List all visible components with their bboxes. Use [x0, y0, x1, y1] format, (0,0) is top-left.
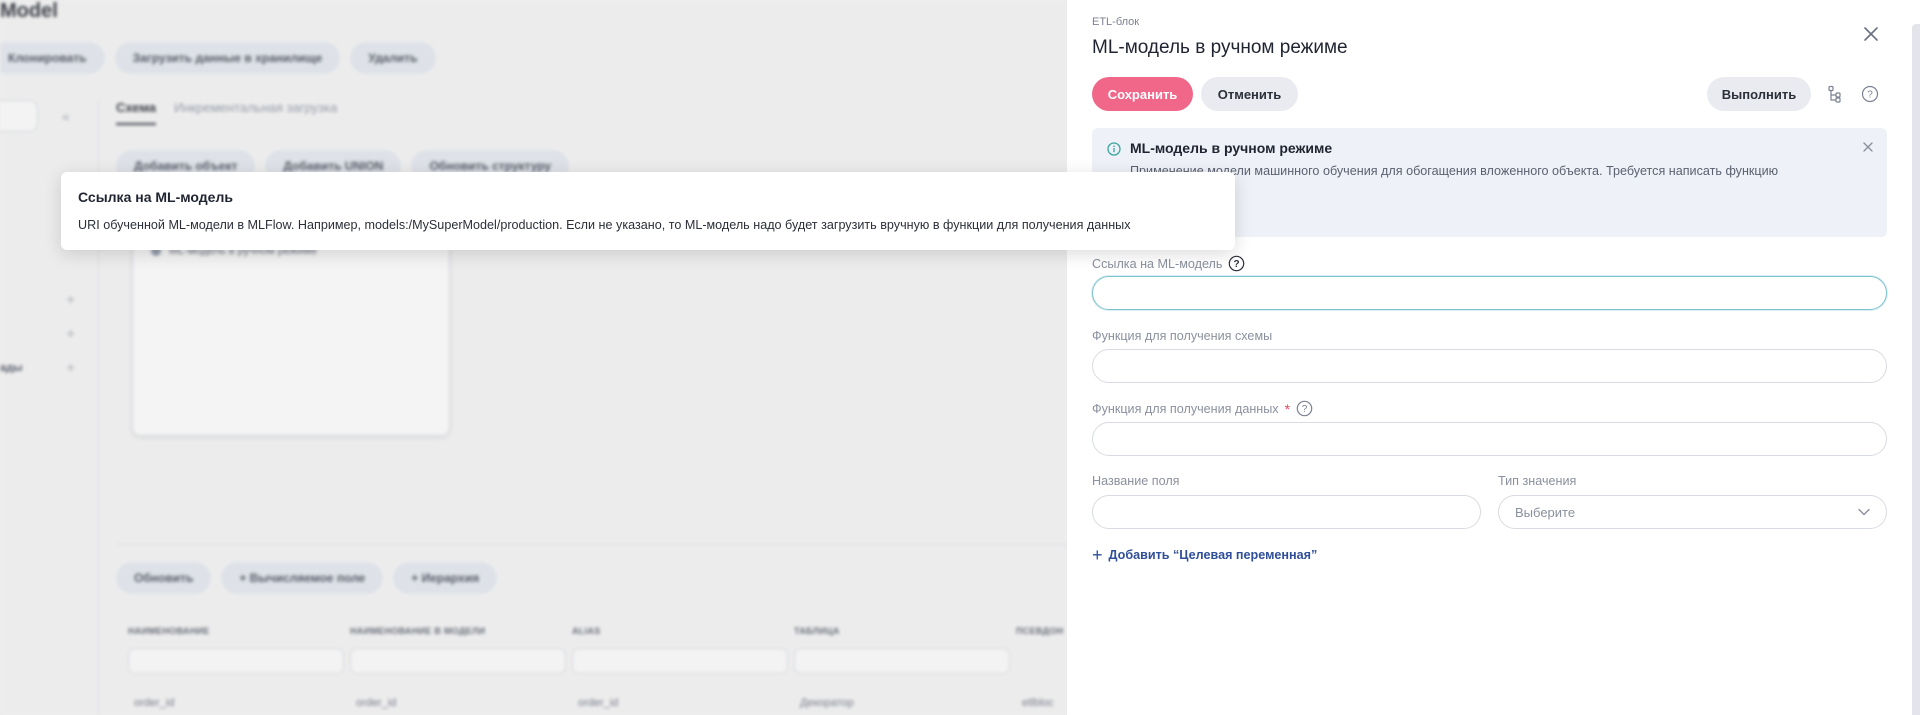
- schema-function-input[interactable]: [1092, 349, 1887, 383]
- info-icon: [1107, 142, 1121, 156]
- field-name-label: Название поля: [1092, 474, 1180, 488]
- save-button[interactable]: Сохранить: [1092, 77, 1193, 111]
- drawer-title: ML-модель в ручном режиме: [1092, 37, 1348, 58]
- data-function-input[interactable]: [1092, 422, 1887, 456]
- column-filter-input[interactable]: [794, 648, 1010, 674]
- column-header: НАИМЕНОВАНИЕ В МОДЕЛИ: [350, 626, 486, 636]
- sidebar-item-label: ады: [0, 362, 23, 374]
- background-toolbar: Клонировать Загрузить данные в хранилище…: [0, 42, 436, 74]
- collapse-sidebar-icon[interactable]: «: [62, 108, 70, 124]
- help-icon[interactable]: ?: [1228, 255, 1245, 272]
- chevron-down-icon: [1858, 503, 1870, 521]
- column-filter-input[interactable]: [128, 648, 344, 674]
- table-cell: etlbloc: [1022, 697, 1054, 709]
- table-cell: order_id: [578, 697, 619, 709]
- fields-table-header: НАИМЕНОВАНИЕ НАИМЕНОВАНИЕ В МОДЕЛИ ALIAS…: [128, 626, 1070, 636]
- add-hierarchy-button[interactable]: + Иерархия: [393, 562, 498, 594]
- tooltip-title: Ссылка на ML-модель: [78, 189, 233, 205]
- background-tabs: Схема Инкрементальная загрузка: [116, 100, 337, 125]
- value-type-label-row: Тип значения: [1498, 474, 1576, 488]
- help-icon[interactable]: ?: [1861, 85, 1879, 103]
- help-icon[interactable]: ?: [1296, 400, 1313, 417]
- value-type-select[interactable]: Выберите: [1498, 495, 1887, 529]
- table-cell: order_id: [134, 697, 175, 709]
- add-computed-field-button[interactable]: + Вычисляемое поле: [221, 562, 384, 594]
- value-type-label: Тип значения: [1498, 474, 1577, 488]
- column-header: ТАБЛИЦА: [794, 626, 840, 636]
- svg-text:?: ?: [1867, 90, 1873, 101]
- add-icon[interactable]: +: [66, 360, 75, 378]
- column-header: ALIAS: [572, 626, 601, 636]
- svg-text:?: ?: [1302, 404, 1308, 415]
- tab-incremental-load[interactable]: Инкрементальная загрузка: [174, 100, 337, 125]
- column-filter-input[interactable]: [572, 648, 788, 674]
- background-page-title: Model: [0, 0, 58, 22]
- add-icon[interactable]: +: [66, 326, 75, 344]
- model-link-label: Ссылка на ML-модель: [1092, 256, 1223, 271]
- cancel-button[interactable]: Отменить: [1201, 77, 1298, 111]
- close-icon[interactable]: [1859, 22, 1883, 46]
- table-cell: Декоратор: [800, 697, 854, 709]
- field-name-label-row: Название поля: [1092, 474, 1180, 488]
- data-function-label-row: Функция для получения данных * ?: [1092, 400, 1313, 417]
- data-function-label: Функция для получения данных: [1092, 401, 1279, 416]
- info-banner-title: ML-модель в ручном режиме: [1130, 140, 1333, 156]
- schema-function-label-row: Функция для получения схемы: [1092, 329, 1272, 343]
- lineage-tree-icon[interactable]: [1826, 85, 1844, 103]
- add-icon[interactable]: +: [66, 292, 75, 310]
- clone-button[interactable]: Клонировать: [0, 42, 105, 74]
- field-name-input[interactable]: [1092, 495, 1481, 529]
- table-cell: order_id: [356, 697, 397, 709]
- column-header: ПСЕВДОН: [1016, 626, 1064, 636]
- schema-function-label: Функция для получения схемы: [1092, 329, 1273, 343]
- fields-table-filters: [128, 648, 1010, 674]
- column-filter-input[interactable]: [350, 648, 566, 674]
- table-row[interactable]: order_id order_id order_id Декоратор etl…: [134, 697, 1070, 709]
- add-target-variable-label: Добавить “Целевая переменная”: [1108, 548, 1318, 562]
- close-icon[interactable]: [1862, 140, 1876, 154]
- column-header: НАИМЕНОВАНИЕ: [128, 626, 210, 636]
- info-banner-text: Применение модели машинного обучения для…: [1130, 163, 1840, 197]
- model-link-label-row: Ссылка на ML-модель ?: [1092, 255, 1245, 272]
- svg-text:?: ?: [1234, 259, 1240, 270]
- tooltip-text: URI обученной ML-модели в MLFlow. Наприм…: [78, 218, 1131, 232]
- background-page: Model Клонировать Загрузить данные в хра…: [0, 0, 1070, 715]
- background-search-input[interactable]: [0, 100, 38, 132]
- refresh-button[interactable]: Обновить: [116, 562, 212, 594]
- model-link-input[interactable]: [1092, 276, 1887, 310]
- load-to-storage-button[interactable]: Загрузить данные в хранилище: [114, 42, 341, 74]
- fields-toolbar: Обновить + Вычисляемое поле + Иерархия: [116, 562, 498, 594]
- model-link-tooltip: Ссылка на ML-модель URI обученной ML-мод…: [61, 172, 1235, 250]
- value-type-placeholder: Выберите: [1515, 504, 1576, 520]
- background-divider: [116, 544, 1070, 545]
- drawer-kicker: ETL-блок: [1092, 16, 1140, 28]
- required-marker: *: [1284, 400, 1291, 417]
- add-target-variable-button[interactable]: + Добавить “Целевая переменная”: [1092, 546, 1317, 564]
- run-button[interactable]: Выполнить: [1707, 77, 1811, 111]
- etl-block-drawer: ETL-блок ML-модель в ручном режиме Сохра…: [1067, 0, 1920, 715]
- plus-icon: +: [1092, 545, 1103, 565]
- schema-block-card[interactable]: ML-модель в ручном режиме: [132, 220, 450, 436]
- delete-button[interactable]: Удалить: [350, 42, 436, 74]
- tab-schema[interactable]: Схема: [116, 100, 157, 125]
- scrollbar[interactable]: [1912, 24, 1920, 715]
